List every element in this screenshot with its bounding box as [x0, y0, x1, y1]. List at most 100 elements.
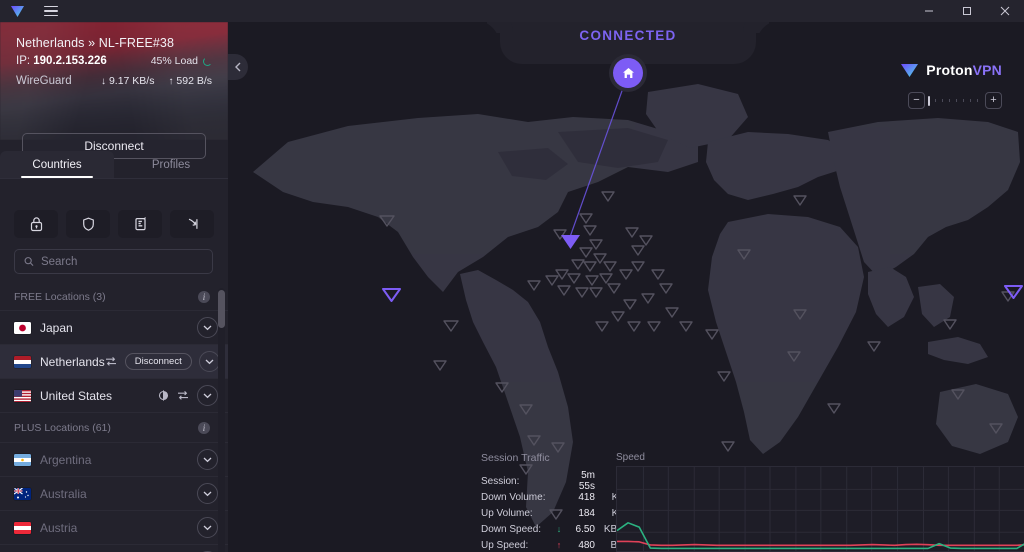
country-name: Australia [40, 486, 87, 501]
zoom-slider-track[interactable] [925, 92, 985, 109]
list-scrollbar[interactable] [218, 288, 225, 552]
brand-proton: Proton [926, 62, 973, 78]
list-item-japan[interactable]: Japan [0, 310, 228, 344]
country-name: Austria [40, 520, 78, 535]
smart-routing-icon [105, 357, 116, 366]
country-name: United States [40, 388, 113, 403]
ip-label: IP: [16, 55, 31, 67]
flag-au [14, 487, 31, 500]
connection-status-label: CONNECTED [579, 28, 677, 43]
ip-value: 190.2.153.226 [33, 55, 107, 67]
server-load-text: 45% Load [150, 55, 198, 67]
info-icon-plus[interactable]: i [198, 421, 210, 434]
connected-server-title: Netherlands » NL-FREE#38 [16, 36, 175, 50]
brand-text: ProtonVPN [926, 62, 1002, 78]
server-load: 45% Load [151, 55, 212, 67]
ip-address: IP: 190.2.153.226 [16, 55, 107, 67]
marker-netherlands-connected [561, 235, 580, 249]
upload-arrow-icon: ↑ [556, 540, 562, 550]
proton-logo-icon [0, 0, 34, 22]
speed-graph-panel: Speed 9.17 KB/s 60 Seconds 0 [616, 452, 1024, 552]
flag-nl [14, 355, 31, 368]
maximize-button[interactable] [948, 0, 986, 22]
group-title-free: FREE Locations (3) [14, 291, 106, 303]
upload-speed-value: 592 B/s [176, 75, 212, 87]
flag-at [14, 521, 31, 534]
stat-value: 5m 55s [578, 470, 595, 492]
chevron-down-icon[interactable] [197, 517, 218, 538]
proton-logo-icon [901, 64, 919, 77]
p2p-arrow-icon[interactable] [170, 210, 214, 238]
graph-title: Speed [616, 452, 645, 463]
stat-label: Up Speed: [481, 539, 529, 551]
sidebar: Netherlands » NL-FREE#38 IP: 190.2.153.2… [0, 22, 228, 552]
stat-value: 480 [578, 539, 595, 551]
chevron-down-icon[interactable] [197, 449, 218, 470]
map-zoom-control[interactable]: − + [908, 92, 1002, 109]
close-button[interactable] [986, 0, 1024, 22]
minimize-button[interactable] [910, 0, 948, 22]
load-ring-icon [203, 56, 212, 66]
group-header-plus: PLUS Locations (61) i [0, 412, 228, 442]
list-item-united-states[interactable]: United States [0, 378, 228, 412]
list-item-netherlands[interactable]: Netherlands Disconnect [0, 344, 228, 378]
chevron-down-icon[interactable] [198, 351, 220, 372]
stat-row-up-speed: Up Speed: ↑ 480 B/s [481, 537, 626, 552]
stat-row-session: Session: 5m 55s [481, 470, 626, 492]
protonvpn-brand: ProtonVPN [900, 62, 1002, 78]
group-title-plus: PLUS Locations (61) [14, 421, 111, 434]
stat-row-up-volume: Up Volume: 184 KB [481, 505, 626, 521]
search-box[interactable] [14, 249, 213, 274]
flag-ar [14, 453, 31, 466]
country-list[interactable]: FREE Locations (3) i Japan Netherlands D… [0, 284, 228, 552]
scrollbar-thumb[interactable] [218, 290, 225, 328]
stat-value: 184 [578, 507, 595, 519]
protonvpn-window: Netherlands » NL-FREE#38 IP: 190.2.153.2… [0, 0, 1024, 552]
info-icon-free[interactable]: i [198, 291, 210, 303]
search-icon [24, 257, 34, 266]
upload-arrow-icon: ↑ [168, 76, 174, 87]
country-name: Japan [40, 320, 73, 335]
hamburger-menu-icon[interactable] [34, 0, 68, 22]
row-feature-icons [158, 390, 189, 401]
stat-row-down-speed: Down Speed: ↓ 6.50 KB/s [481, 521, 626, 537]
marker-united-states [382, 288, 401, 302]
session-traffic-panel: Session Traffic Session: 5m 55s Down Vol… [481, 452, 626, 552]
chevron-down-icon[interactable] [197, 385, 218, 406]
upload-speed: ↑ 592 B/s [168, 75, 212, 87]
stat-value: 6.50 [575, 523, 595, 535]
secure-core-icon[interactable] [14, 210, 58, 238]
search-input[interactable] [40, 255, 203, 268]
tab-profiles[interactable]: Profiles [114, 151, 228, 178]
download-speed: ↓ 9.17 KB/s [101, 75, 154, 87]
home-node[interactable] [613, 58, 643, 88]
row-feature-icons [105, 356, 117, 367]
smart-routing-icon [178, 391, 188, 400]
row-disconnect-button[interactable]: Disconnect [124, 353, 192, 370]
chevron-down-icon[interactable] [197, 483, 218, 504]
stat-row-down-volume: Down Volume: 418 KB [481, 489, 626, 505]
netshield-shield-icon[interactable] [66, 210, 110, 238]
list-item-argentina[interactable]: Argentina [0, 442, 228, 476]
download-arrow-icon: ↓ [556, 524, 562, 534]
list-item-australia[interactable]: Australia [0, 476, 228, 510]
tor-icon[interactable] [118, 210, 162, 238]
list-item-austria[interactable]: Austria [0, 510, 228, 544]
home-icon [622, 68, 634, 78]
chevron-down-icon[interactable] [197, 317, 218, 338]
group-header-free: FREE Locations (3) i [0, 284, 228, 310]
list-item-belgium[interactable]: Belgium [0, 544, 228, 552]
filter-bar [14, 210, 214, 238]
flag-jp [14, 321, 31, 334]
stat-value: 418 [578, 491, 595, 503]
zoom-in-button[interactable]: + [985, 92, 1002, 109]
tab-countries[interactable]: Countries [0, 151, 114, 178]
country-name: Argentina [40, 452, 92, 467]
map-panel[interactable]: CONNECTED ProtonVPN − + Session Traffic … [228, 22, 1024, 552]
zoom-slider-handle[interactable] [928, 96, 930, 106]
graph-gridlines [617, 467, 1024, 552]
protocol-label: WireGuard [16, 75, 72, 87]
stat-label: Down Speed: [481, 523, 542, 535]
zoom-out-button[interactable]: − [908, 92, 925, 109]
stat-label: Session: [481, 475, 520, 487]
